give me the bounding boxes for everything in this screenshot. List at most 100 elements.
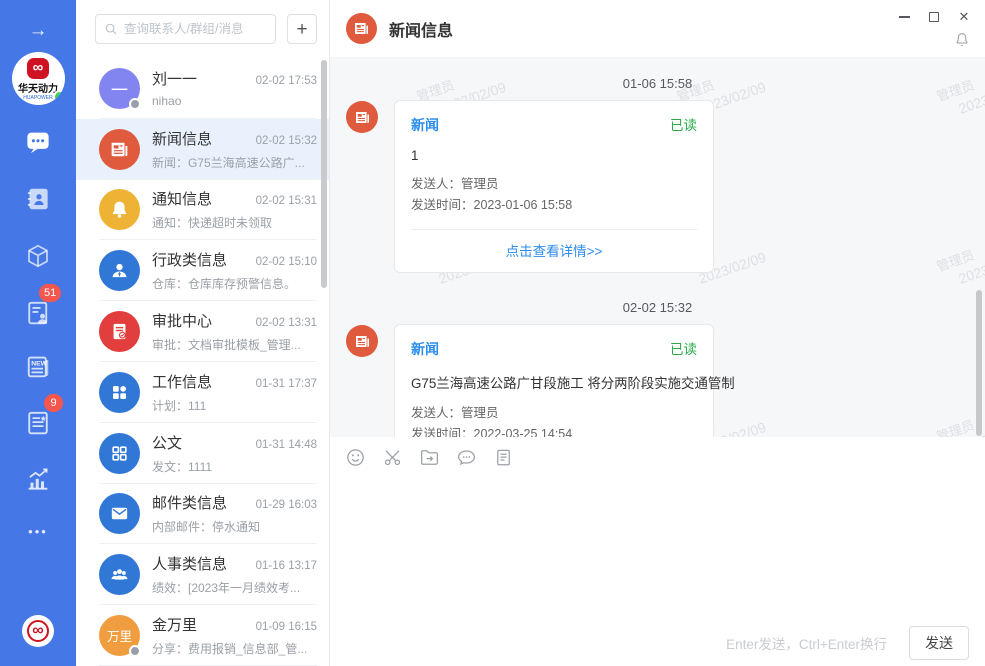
approval-doc-icon [108,320,131,343]
conversation-item[interactable]: 审批中心02-02 13:31 审批：文档审批模板_管理... [76,301,329,362]
conversation-item[interactable]: 公文01-31 14:48 发文：1111 [76,423,329,484]
chat-history-button[interactable] [455,446,478,469]
conversation-item[interactable]: 行政类信息02-02 15:10 仓库：仓库库存预警信息。 [76,240,329,301]
brand-logo: ∞ 华天动力 HUAPOWER [12,52,65,105]
add-button[interactable]: + [287,14,317,44]
reports-badge: 51 [39,284,61,302]
sidebar-item-news[interactable]: NEW [0,352,76,382]
view-detail-link[interactable]: 点击查看详情>> [506,244,603,259]
message-input[interactable] [330,476,985,620]
avatar [99,189,140,230]
search-box[interactable] [95,14,276,44]
time-divider: 01-06 15:58 [330,76,985,91]
avatar [99,433,140,474]
read-status: 已读 [670,338,697,358]
bell-icon [953,30,971,50]
user-avatar[interactable]: ∞ 华天动力 HUAPOWER [0,52,76,105]
address-book-icon [23,184,53,214]
message-tag: 新闻 [411,339,439,359]
avatar [99,372,140,413]
brand-infinity-icon: ∞ [27,58,50,79]
search-input[interactable] [124,22,267,36]
sidebar-item-reports[interactable] [0,298,76,328]
screenshot-scissors-button[interactable] [381,446,404,469]
conversation-name: 通知信息 [152,188,212,209]
conversation-time: 01-29 16:03 [256,499,317,511]
send-file-folder-button[interactable] [418,446,441,469]
conversation-name: 人事类信息 [152,553,227,574]
brand-subtitle: HUAPOWER [23,95,52,101]
sidebar-item-contacts[interactable] [0,184,76,214]
close-button[interactable]: ✕ [949,5,979,29]
conversation-preview: 新闻：G75兰海高速公路广... [152,154,317,171]
conversation-name: 金万里 [152,614,197,635]
minimize-icon [899,16,910,18]
newspaper-icon [353,332,372,351]
chat-bubble-icon [23,127,53,157]
footer-infinity-icon: ∞ [27,620,49,642]
collapse-arrow-icon[interactable]: → [0,18,76,44]
sidebar-item-notes[interactable] [0,408,76,438]
maximize-button[interactable] [919,5,949,29]
avatar: 万里 [99,615,140,656]
bell-icon [108,198,131,221]
conversation-item[interactable]: 人事类信息01-16 13:17 绩效：[2023年一月绩效考... [76,544,329,605]
chat-title: 新闻信息 [389,17,453,41]
bar-chart-icon [23,464,53,494]
sidebar-footer-logo[interactable]: ∞ [0,615,76,647]
envelope-icon [108,502,131,525]
messages-scrollbar-thumb[interactable] [976,290,982,436]
more-ellipsis-icon: ••• [28,524,48,539]
sidebar-item-apps[interactable] [0,241,76,271]
conversation-preview: 计划：111 [152,397,317,414]
grid-outline-icon [108,442,131,465]
offline-status-dot [129,645,141,657]
people-group-icon [108,563,131,586]
brand-name: 华天动力 [18,80,58,95]
chat-pane: 新闻信息 ✕ 管理员2023/02/09管理员2023/02/09管理员2023… [330,0,985,666]
window-controls: ✕ [889,5,979,29]
sidebar-item-statistics[interactable] [0,464,76,494]
conversation-item-selected[interactable]: 新闻信息02-02 15:32 新闻：G75兰海高速公路广... [76,119,329,180]
conversation-item[interactable]: 工作信息01-31 17:37 计划：111 [76,362,329,423]
message-tag: 新闻 [411,115,439,135]
chat-avatar [346,13,377,44]
sidebar-item-more[interactable]: ••• [0,524,76,539]
notes-badge: 9 [44,394,63,412]
conversation-time: 01-09 16:15 [256,621,317,633]
sidebar-item-messages[interactable] [0,127,76,157]
online-status-dot [53,90,65,104]
message-content: 1 [411,148,697,163]
conversation-name: 邮件类信息 [152,492,227,513]
message-sent-time: 发送时间：2022-03-25 14:54 [411,424,697,437]
conversation-preview: 发文：1111 [152,458,317,475]
newspaper-icon [353,108,372,127]
avatar [99,554,140,595]
message-avatar [346,325,378,357]
message-row: 新闻 已读 G75兰海高速公路广甘段施工 将分两阶段实施交通管制 发送人：管理员… [330,324,985,437]
message-area: 管理员2023/02/09管理员2023/02/09管理员2023/02/09管… [330,58,985,437]
conversation-time: 02-02 15:31 [256,195,317,207]
notification-bell-button[interactable] [953,30,971,55]
conversation-item[interactable]: 邮件类信息01-29 16:03 内部邮件：停水通知 [76,484,329,545]
conversation-name: 公文 [152,432,182,453]
notes-button[interactable] [492,446,515,469]
avatar: 一 [99,68,140,109]
conversation-item[interactable]: 通知信息 02-02 15:31 通知：快递超时未领取 [76,180,329,241]
minimize-button[interactable] [889,5,919,29]
app-window: → ∞ 华天动力 HUAPOWER [0,0,985,666]
footer-logo-circle: ∞ [22,615,54,647]
send-button[interactable]: 发送 [909,626,969,660]
conversation-item[interactable]: 一 刘一一02-02 17:53 nihao [76,58,329,119]
note-doc-icon [23,408,53,438]
emoji-button[interactable] [344,446,367,469]
offline-status-dot [129,98,141,110]
conversation-preview: 通知：快递超时未领取 [152,214,317,231]
conversation-item[interactable]: 万里 金万里01-09 16:15 分享：费用报销_信息部_管... [76,605,329,666]
list-scrollbar-thumb[interactable] [321,60,327,288]
cube-icon [23,241,53,271]
conversation-name: 行政类信息 [152,249,227,270]
search-icon [104,22,118,36]
conversation-name: 刘一一 [152,68,197,89]
chat-header: 新闻信息 ✕ [330,0,985,58]
